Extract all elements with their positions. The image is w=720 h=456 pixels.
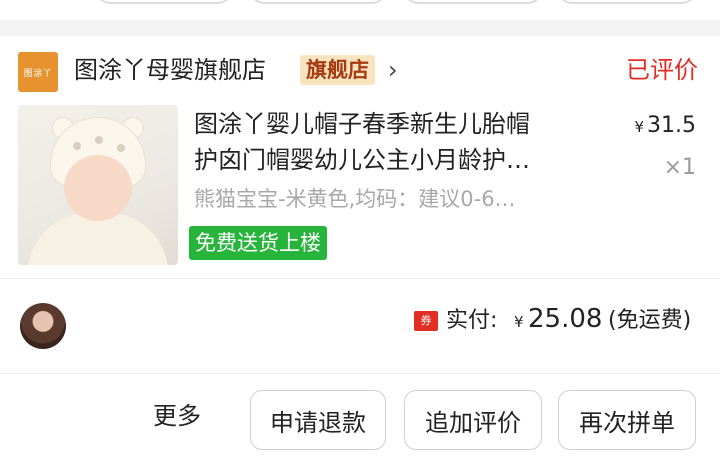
product-price: ¥31.5 [634, 112, 696, 141]
chevron-right-icon[interactable]: › [388, 56, 398, 84]
order-status: 已评价 [626, 56, 698, 84]
price-value: 31.5 [647, 113, 696, 138]
refund-button[interactable]: 申请退款 [250, 390, 386, 450]
previous-button-3[interactable] [404, 0, 542, 4]
order-card: 图涂丫 图涂丫母婴旗舰店 旗舰店 › 已评价 图涂丫婴儿帽子春季新生儿胎帽 护囟… [0, 36, 720, 456]
product-quantity: ×1 [663, 155, 696, 180]
product-title[interactable]: 图涂丫婴儿帽子春季新生儿胎帽 护囟门帽婴幼儿公主小月龄护… [194, 106, 594, 178]
previous-button-2[interactable] [250, 0, 386, 4]
avatar[interactable] [20, 303, 66, 349]
order-actions: 更多 申请退款 追加评价 再次拼单 [0, 374, 720, 456]
paid-currency: ¥ [514, 313, 524, 331]
product-image[interactable] [18, 105, 178, 265]
previous-order-actions [0, 0, 720, 20]
previous-button-1[interactable] [96, 0, 232, 4]
more-button[interactable]: 更多 [153, 400, 201, 432]
rebuy-button[interactable]: 再次拼单 [558, 390, 696, 450]
coupon-icon: 券 [414, 311, 438, 331]
store-logo: 图涂丫 [18, 52, 58, 92]
price-currency: ¥ [634, 118, 645, 136]
product-title-line2: 护囟门帽婴幼儿公主小月龄护… [194, 146, 530, 174]
product-spec: 熊猫宝宝-米黄色,均码：建议0-6… [194, 187, 516, 211]
delivery-tag: 免费送货上楼 [189, 226, 327, 260]
flagship-badge: 旗舰店 [300, 55, 375, 85]
payment-row: 券 实付: ¥ 25.08 (免运费) [0, 279, 720, 373]
store-name[interactable]: 图涂丫母婴旗舰店 [74, 54, 266, 86]
paid-amount: 25.08 [528, 304, 603, 334]
product-title-line1: 图涂丫婴儿帽子春季新生儿胎帽 [194, 110, 530, 138]
paid-label: 实付: [446, 308, 498, 333]
baby-face-shape [64, 155, 132, 221]
product-item[interactable]: 图涂丫婴儿帽子春季新生儿胎帽 护囟门帽婴幼儿公主小月龄护… ¥31.5 ×1 熊… [0, 102, 720, 280]
previous-button-4[interactable] [558, 0, 696, 4]
shipping-note: (免运费) [608, 308, 692, 333]
add-review-button[interactable]: 追加评价 [404, 390, 542, 450]
store-header[interactable]: 图涂丫 图涂丫母婴旗舰店 旗舰店 › 已评价 [0, 36, 720, 102]
